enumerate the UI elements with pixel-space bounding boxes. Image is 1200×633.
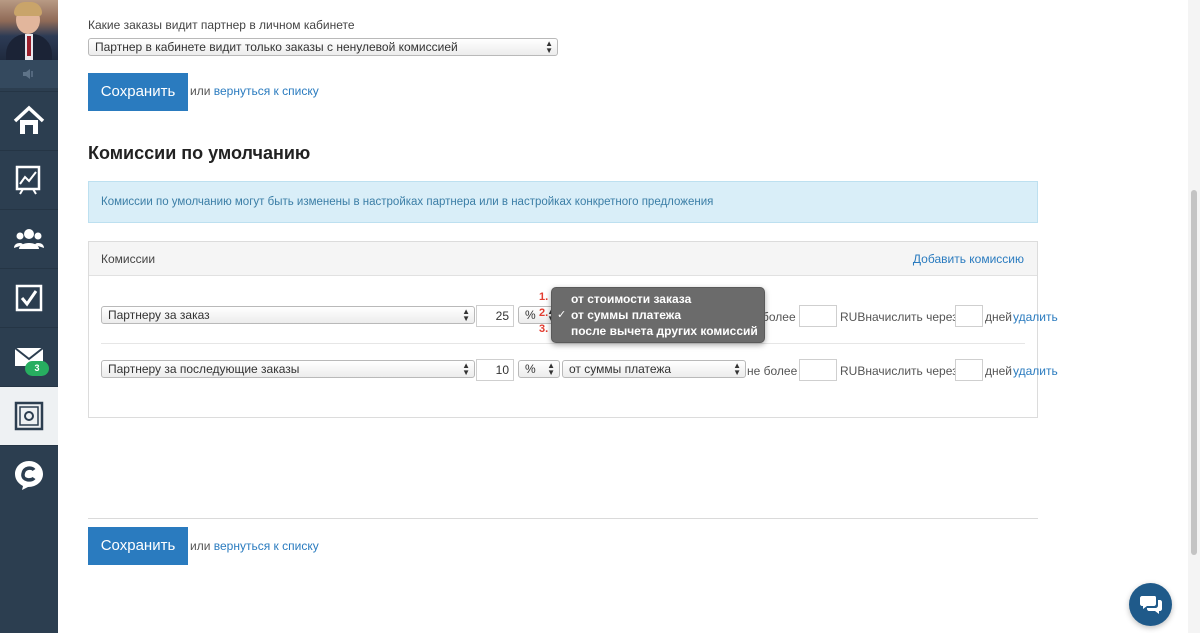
dropdown-option[interactable]: после вычета других комиссий bbox=[571, 324, 758, 338]
dropdown-option-selected[interactable]: от суммы платежа bbox=[571, 308, 681, 322]
commission-unit-select[interactable]: % ▲▼ bbox=[518, 360, 560, 378]
save-button-bottom[interactable]: Сохранить bbox=[88, 527, 188, 565]
avatar[interactable] bbox=[0, 0, 58, 60]
sidebar-item-settings[interactable] bbox=[0, 386, 58, 445]
select-arrows-icon: ▲▼ bbox=[462, 307, 470, 323]
delete-commission-link[interactable]: удалить bbox=[1013, 310, 1058, 324]
speaker-icon bbox=[23, 69, 33, 79]
visibility-select-value: Партнер в кабинете видит только заказы с… bbox=[95, 40, 458, 54]
sidebar-item-partners[interactable] bbox=[0, 209, 58, 268]
chat-icon bbox=[1140, 596, 1162, 614]
annotation-number: 3. bbox=[539, 323, 549, 335]
form-divider bbox=[88, 518, 1038, 519]
commission-base-dropdown: от стоимости заказа ✓ от суммы платежа п… bbox=[551, 287, 765, 343]
save-button-top[interactable]: Сохранить bbox=[88, 73, 188, 111]
annotation-number: 2. bbox=[539, 307, 549, 319]
commission-type-value: Партнеру за заказ bbox=[108, 308, 210, 322]
max-label: более bbox=[762, 310, 796, 324]
section-title: Комиссии по умолчанию bbox=[88, 143, 311, 163]
commission-value-input[interactable]: 25 bbox=[476, 305, 514, 327]
row-divider bbox=[101, 343, 1025, 344]
back-link-bottom[interactable]: вернуться к списку bbox=[214, 539, 319, 553]
chart-icon bbox=[15, 165, 41, 195]
currency-label: RUBначислить через bbox=[840, 310, 958, 324]
commission-type-value: Партнеру за последующие заказы bbox=[108, 362, 300, 376]
days-label: дней bbox=[985, 364, 1013, 378]
days-input[interactable] bbox=[955, 359, 983, 381]
sidebar-item-mail[interactable]: 3 bbox=[0, 327, 58, 386]
days-input[interactable] bbox=[955, 305, 983, 327]
scrollbar[interactable] bbox=[1188, 0, 1200, 633]
or-back-bottom: или вернуться к списку bbox=[190, 539, 319, 553]
commission-value-input[interactable]: 10 bbox=[476, 359, 514, 381]
commission-type-select[interactable]: Партнеру за заказ ▲ ▼ bbox=[101, 306, 475, 324]
or-text: или bbox=[190, 84, 211, 98]
sidebar-item-tasks[interactable] bbox=[0, 268, 58, 327]
select-arrows-icon: ▲▼ bbox=[547, 361, 555, 377]
scrollbar-thumb[interactable] bbox=[1191, 190, 1197, 555]
delete-commission-link[interactable]: удалить bbox=[1013, 364, 1058, 378]
add-commission-link[interactable]: Добавить комиссию bbox=[913, 252, 1024, 266]
max-label: не более bbox=[747, 364, 798, 378]
commission-base-value: от суммы платежа bbox=[569, 362, 672, 376]
home-icon bbox=[13, 105, 45, 134]
panel-title: Комиссии bbox=[101, 252, 156, 266]
commission-unit-value: % bbox=[525, 308, 536, 322]
commission-unit-value: % bbox=[525, 362, 536, 376]
dropdown-option[interactable]: от стоимости заказа bbox=[571, 292, 691, 306]
annotation-number: 1. bbox=[539, 291, 549, 303]
commission-base-select[interactable]: от суммы платежа ▲ ▼ bbox=[562, 360, 746, 378]
sidebar-item-stats[interactable] bbox=[0, 150, 58, 209]
visibility-label: Какие заказы видит партнер в личном каби… bbox=[88, 18, 355, 32]
select-arrows-icon: ▲▼ bbox=[462, 361, 470, 377]
mail-badge: 3 bbox=[25, 361, 49, 376]
commission-type-select[interactable]: Партнеру за последующие заказы ▲ ▼ bbox=[101, 360, 475, 378]
select-arrows-icon: ▲▼ bbox=[545, 39, 553, 55]
check-icon: ✓ bbox=[557, 309, 567, 321]
info-alert: Комиссии по умолчанию могут быть изменен… bbox=[88, 181, 1038, 223]
or-back-top: или вернуться к списку bbox=[190, 84, 319, 98]
select-arrows-icon: ▲▼ bbox=[733, 361, 741, 377]
max-value-input[interactable] bbox=[799, 359, 837, 381]
checkbox-icon bbox=[15, 284, 43, 312]
max-value-input[interactable] bbox=[799, 305, 837, 327]
visibility-select[interactable]: Партнер в кабинете видит только заказы с… bbox=[88, 38, 558, 56]
safe-icon bbox=[14, 401, 44, 431]
or-text: или bbox=[190, 539, 211, 553]
panel-header: Комиссии Добавить комиссию bbox=[89, 242, 1037, 276]
back-link-top[interactable]: вернуться к списку bbox=[214, 84, 319, 98]
sidebar-item-brand[interactable] bbox=[0, 445, 58, 504]
sidebar-item-home[interactable] bbox=[0, 91, 58, 150]
chat-button[interactable] bbox=[1129, 583, 1172, 626]
sound-bar[interactable] bbox=[0, 60, 58, 88]
logo-c-icon bbox=[15, 461, 43, 490]
currency-label: RUBначислить через bbox=[840, 364, 958, 378]
users-icon bbox=[14, 229, 44, 249]
sidebar: 3 bbox=[0, 0, 58, 633]
days-label: дней bbox=[985, 310, 1013, 324]
